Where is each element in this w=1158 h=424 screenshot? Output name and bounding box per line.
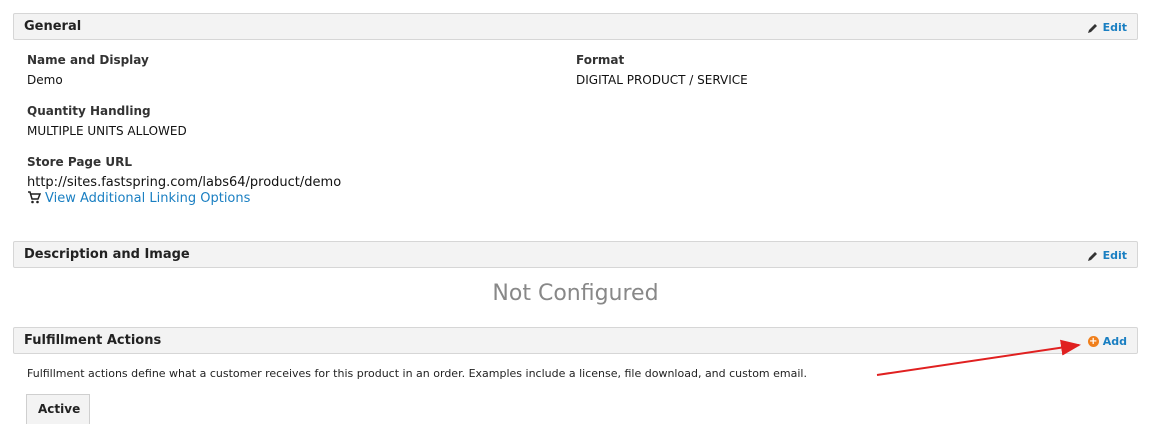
- annotation-arrow: [876, 339, 1081, 376]
